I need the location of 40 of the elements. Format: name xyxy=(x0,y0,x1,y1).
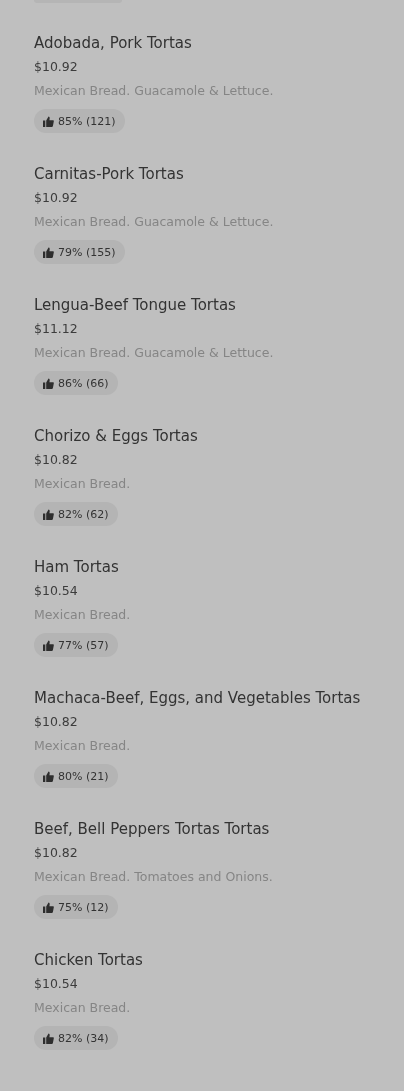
item-price: $10.92 xyxy=(34,58,79,76)
item-name[interactable]: Chorizo & Eggs Tortas xyxy=(34,424,404,448)
thumbs-up-icon xyxy=(43,508,54,520)
rating-text: 82% (34) xyxy=(58,1031,109,1045)
thumbs-up-icon xyxy=(43,639,54,651)
item-name[interactable]: Lengua-Beef Tongue Tortas xyxy=(34,293,404,317)
rating-text: 80% (21) xyxy=(58,769,109,783)
item-price: $10.92 xyxy=(34,189,79,207)
item-name[interactable]: Carnitas-Pork Tortas xyxy=(34,162,404,186)
rating-text: 79% (155) xyxy=(58,245,116,259)
thumbs-up-icon xyxy=(43,901,54,913)
rating-text: 86% (66) xyxy=(58,376,109,390)
thumbs-up-icon xyxy=(43,1032,54,1044)
thumbs-up-icon xyxy=(43,246,54,258)
item-price: $10.54 xyxy=(34,582,79,600)
item-description: Mexican Bread. xyxy=(34,606,132,624)
item-name[interactable]: Beef, Bell Peppers Tortas Tortas xyxy=(34,817,404,841)
item-description: Mexican Bread. xyxy=(34,475,132,493)
item-price: $10.82 xyxy=(34,451,79,469)
rating-text: 75% (12) xyxy=(58,900,109,914)
item-description: Mexican Bread. Tomatoes and Onions. xyxy=(34,868,274,886)
item-description: Mexican Bread. xyxy=(34,737,132,755)
item-name[interactable]: Adobada, Pork Tortas xyxy=(34,31,404,55)
item-price: $10.54 xyxy=(34,975,79,993)
thumbs-up-icon xyxy=(43,115,54,127)
rating-text: 77% (57) xyxy=(58,638,109,652)
item-description: Mexican Bread. xyxy=(34,999,132,1017)
item-description: Mexican Bread. Guacamole & Lettuce. xyxy=(34,213,275,231)
item-price: $10.82 xyxy=(34,713,79,731)
item-price: $10.82 xyxy=(34,844,79,862)
item-name[interactable]: Ham Tortas xyxy=(34,555,404,579)
thumbs-up-icon xyxy=(43,377,54,389)
item-name[interactable]: Chicken Tortas xyxy=(34,948,404,972)
rating-text: 85% (121) xyxy=(58,114,116,128)
item-description: Mexican Bread. Guacamole & Lettuce. xyxy=(34,344,275,362)
item-description: Mexican Bread. Guacamole & Lettuce. xyxy=(34,82,275,100)
item-name[interactable]: Machaca-Beef, Eggs, and Vegetables Tortas xyxy=(34,686,404,710)
rating-text: 82% (62) xyxy=(58,507,109,521)
thumbs-up-icon xyxy=(43,770,54,782)
item-price: $11.12 xyxy=(34,320,79,338)
